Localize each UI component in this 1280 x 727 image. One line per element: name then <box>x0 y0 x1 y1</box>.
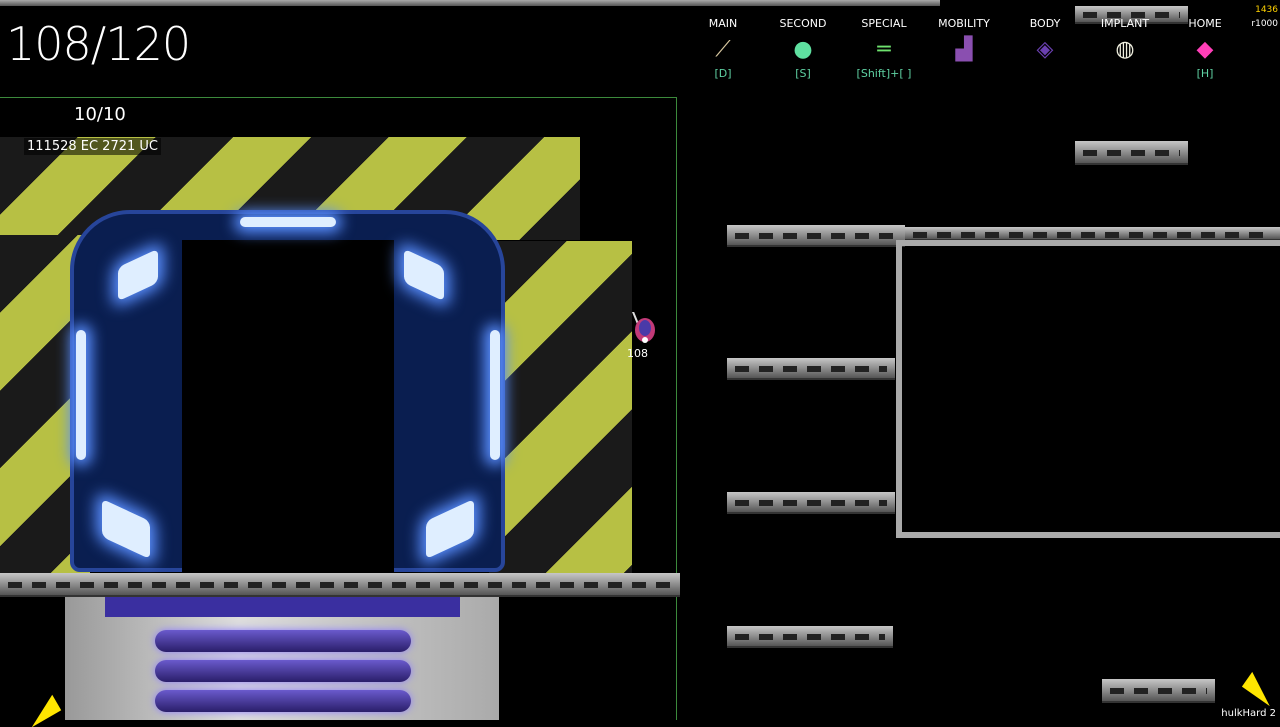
generator-coil <box>155 660 411 682</box>
slot-label: BODY <box>1029 17 1061 30</box>
platform-girder <box>727 492 895 514</box>
equipment-bar: MAIN ⟋ [D] SECOND ● [S] SPECIAL ═ [Shift… <box>690 5 1245 90</box>
player-hp-label: 108 <box>627 347 648 360</box>
side-room-frame <box>896 240 1280 538</box>
generator-coil <box>155 690 411 712</box>
lantern-icon: ◍ <box>1115 37 1135 62</box>
platform-girder <box>727 626 893 648</box>
slot-label: MOBILITY <box>938 17 990 30</box>
platform-girder <box>727 225 905 247</box>
exit-arrow-right-icon[interactable] <box>1241 671 1280 707</box>
slot-label: MAIN <box>708 17 738 30</box>
currency-display: 111528 EC 2721 UC <box>24 138 161 155</box>
generator-top <box>105 597 460 617</box>
energy-counter: 10/10 <box>74 104 126 125</box>
slot-key: [S] <box>795 67 811 80</box>
slot-implant[interactable]: IMPLANT ◍ <box>1085 17 1165 67</box>
platform-girder <box>905 227 1280 241</box>
platform-girder <box>1102 679 1215 703</box>
armor-icon: ◈ <box>1036 37 1054 62</box>
slot-body[interactable]: BODY ◈ <box>1005 17 1085 67</box>
health-counter: 108/120 <box>6 17 191 71</box>
slot-key: [H] <box>1196 67 1214 80</box>
hazard-wall-right <box>489 241 632 573</box>
stat-count: 1436 <box>1255 5 1278 15</box>
door-opening <box>182 240 394 572</box>
floor-girder <box>0 573 680 597</box>
slot-label: HOME <box>1188 17 1222 30</box>
slot-mobility[interactable]: MOBILITY ▟ <box>924 17 1004 67</box>
generator-coil <box>155 630 411 652</box>
platform-girder <box>1075 141 1188 165</box>
slot-main[interactable]: MAIN ⟋ [D] <box>683 17 763 80</box>
slot-label: SPECIAL <box>861 17 907 30</box>
slot-home[interactable]: HOME ◆ [H] <box>1165 17 1245 80</box>
slot-second[interactable]: SECOND ● [S] <box>763 17 843 80</box>
difficulty-mode: hulkHard 2 <box>1221 708 1276 719</box>
player-character <box>632 312 655 343</box>
door-light <box>490 330 500 460</box>
door-light <box>240 217 336 227</box>
slot-key: [D] <box>714 67 732 80</box>
pink-crystal-icon: ◆ <box>1196 37 1214 62</box>
slot-key: [Shift]+[ ] <box>856 67 912 80</box>
stat-limit: r1000 <box>1251 19 1278 29</box>
orb-icon: ● <box>793 37 813 62</box>
slot-label: IMPLANT <box>1100 17 1150 30</box>
corner-stats: 1436 r1000 <box>1251 3 1278 31</box>
boots-icon: ▟ <box>955 37 973 62</box>
dash-beam-icon: ═ <box>877 37 891 62</box>
platform-girder <box>727 358 895 380</box>
door-light <box>76 330 86 460</box>
slot-label: SECOND <box>779 17 827 30</box>
slot-special[interactable]: SPECIAL ═ [Shift]+[ ] <box>844 17 924 80</box>
spear-icon: ⟋ <box>715 37 731 62</box>
